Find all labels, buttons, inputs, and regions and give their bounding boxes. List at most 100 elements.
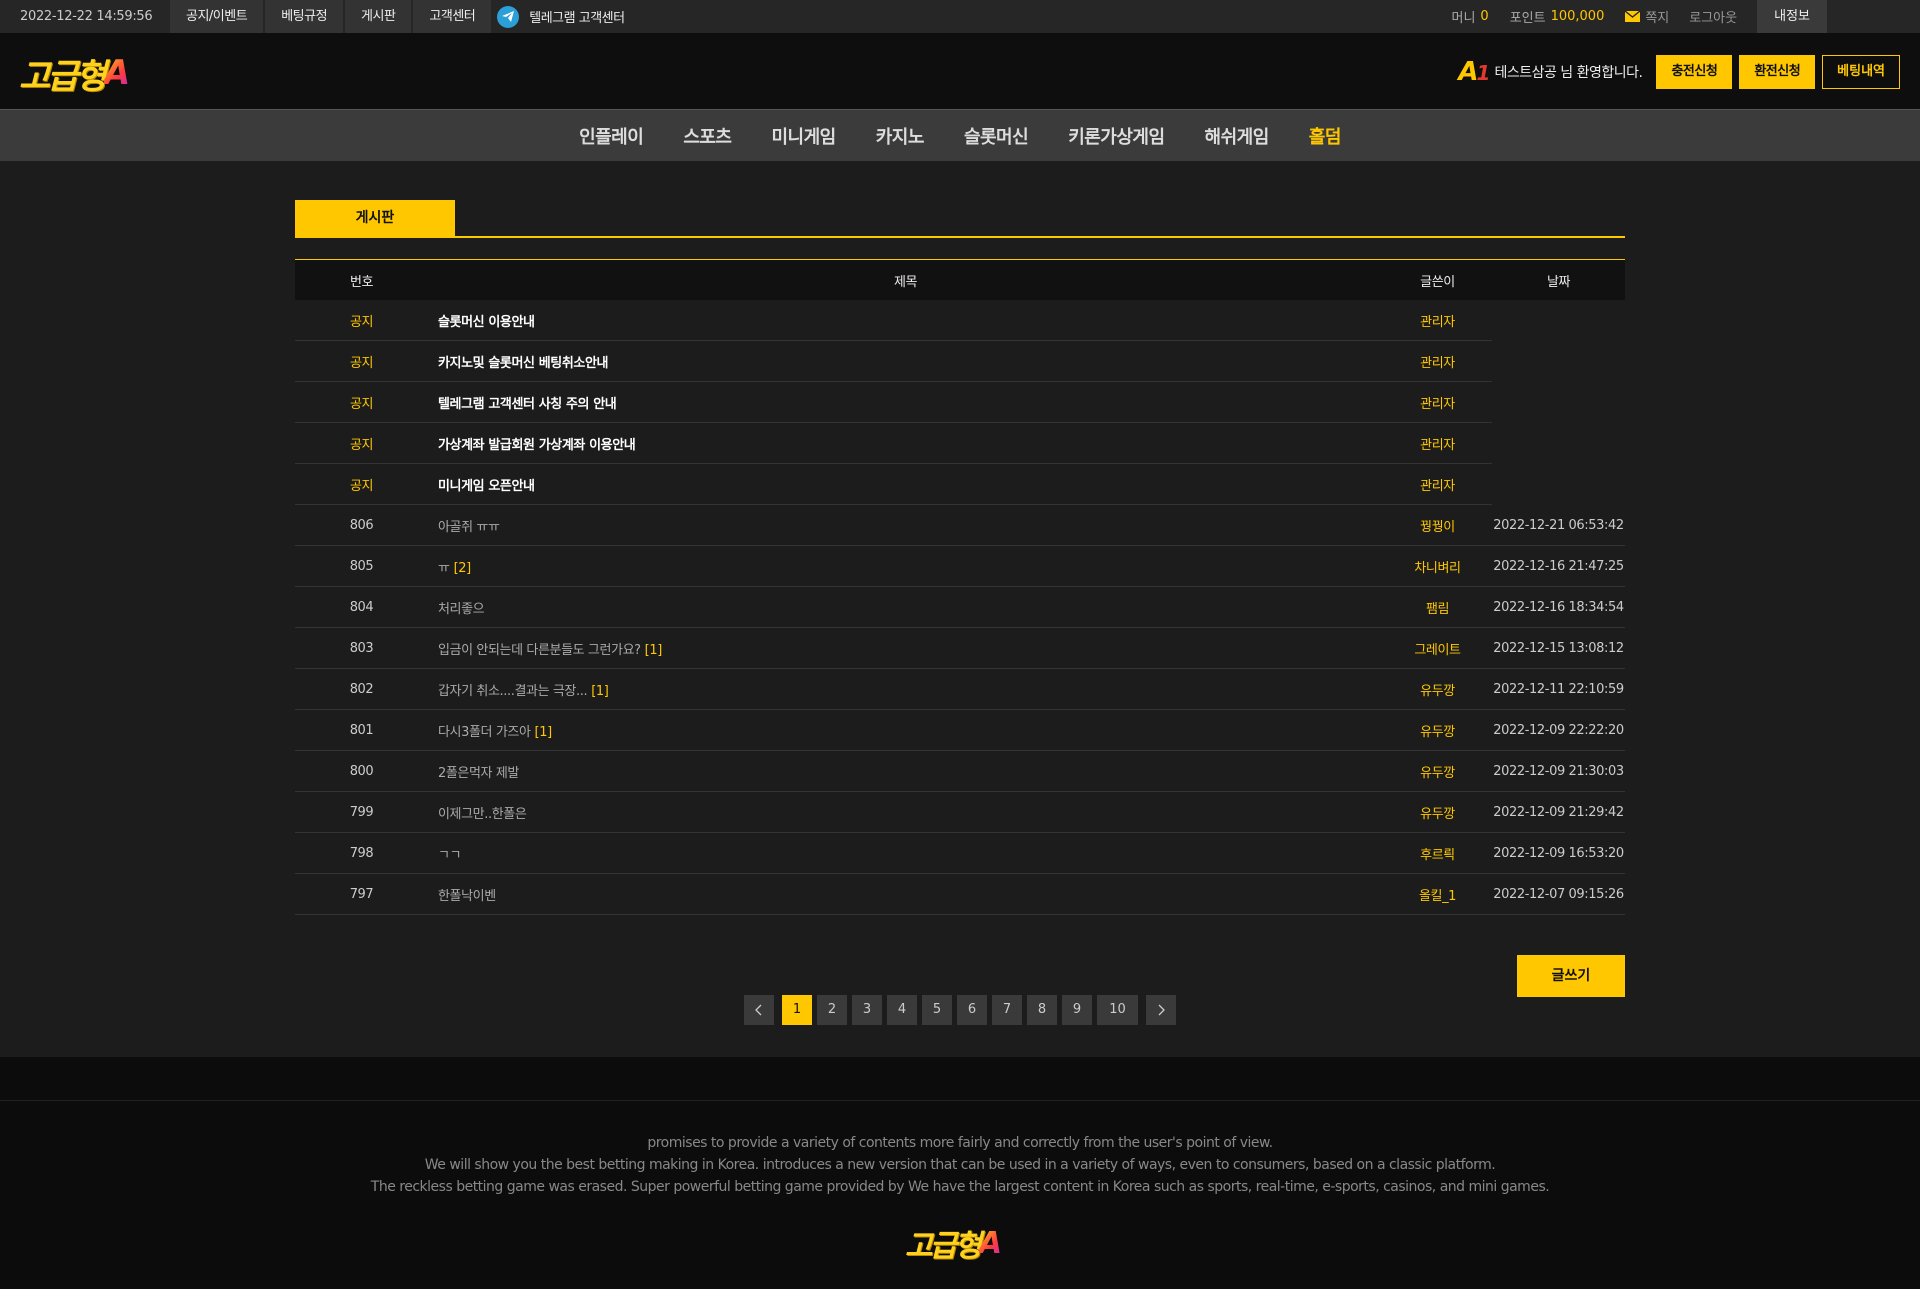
notice-title[interactable]: 가상계좌 발급회원 가상계좌 이용안내 <box>428 434 1383 453</box>
page-button[interactable]: 10 <box>1097 995 1138 1025</box>
page-button[interactable]: 4 <box>887 995 917 1025</box>
nav-minigame[interactable]: 미니게임 <box>752 123 856 149</box>
page-button[interactable]: 8 <box>1027 995 1057 1025</box>
post-title-cell[interactable]: 갑자기 취소....결과는 극장... [1] <box>428 680 1383 699</box>
board-tab[interactable]: 게시판 <box>295 200 455 236</box>
footer-logo: 고급형 A <box>905 1221 1002 1265</box>
notice-writer: 관리자 <box>1420 396 1455 412</box>
page-button[interactable]: 5 <box>922 995 952 1025</box>
post-number: 797 <box>349 886 374 902</box>
footer-line-2: We will show you the best betting making… <box>424 1157 1496 1173</box>
page-button[interactable]: 1 <box>782 995 812 1025</box>
comment-count: [2] <box>453 560 472 576</box>
comment-count: [1] <box>534 724 553 740</box>
charge-button[interactable]: 충전신청 <box>1656 55 1733 89</box>
myinfo-button[interactable]: 내정보 <box>1757 0 1827 33</box>
post-writer: 팸림 <box>1425 601 1450 617</box>
level-badge-letter: A <box>1458 57 1478 87</box>
post-title-cell[interactable]: 처리좋으 <box>428 598 1383 617</box>
post-writer: 꿩꿩이 <box>1420 519 1455 535</box>
post-title-cell[interactable]: ㄱㄱ <box>428 844 1383 863</box>
post-title-cell[interactable]: 2폴은먹자 제발 <box>428 762 1383 781</box>
post-title-cell[interactable]: 입금이 안되는데 다른분들도 그런가요? [1] <box>428 639 1383 658</box>
exchange-button[interactable]: 환전신청 <box>1739 55 1816 89</box>
bet-history-button[interactable]: 베팅내역 <box>1822 55 1900 89</box>
table-row[interactable]: 798 ㄱㄱ 후르릑 2022-12-09 16:53:20 <box>295 833 1625 874</box>
nav-sports[interactable]: 스포츠 <box>663 123 751 149</box>
page-button[interactable]: 3 <box>852 995 882 1025</box>
post-title[interactable]: 한폴낙이벤 <box>438 889 496 904</box>
post-title-cell[interactable]: 한폴낙이벤 <box>428 885 1383 904</box>
logo-a: A <box>103 53 131 93</box>
page-button[interactable]: 9 <box>1062 995 1092 1025</box>
table-row[interactable]: 803 입금이 안되는데 다른분들도 그런가요? [1] 그레이트 2022-12-15… <box>295 628 1625 669</box>
post-title[interactable]: ㅠ <box>438 561 450 576</box>
chevron-right-icon <box>1158 1004 1165 1016</box>
notice-row[interactable]: 공지 카지노및 슬롯머신 베팅취소안내 관리자 <box>295 341 1492 382</box>
link-board[interactable]: 게시판 <box>345 0 412 33</box>
mail-link[interactable]: 쪽지 <box>1625 7 1669 26</box>
main-nav: 인플레이 스포츠 미니게임 카지노 슬롯머신 키론가상게임 해쉬게임 홀덤 <box>0 109 1920 161</box>
table-row[interactable]: 805 ㅠ [2] 차니벼리 2022-12-16 21:47:25 <box>295 546 1625 587</box>
nav-slot[interactable]: 슬롯머신 <box>944 123 1048 149</box>
table-row[interactable]: 800 2폴은먹자 제발 유두깡 2022-12-09 21:30:03 <box>295 751 1625 792</box>
post-title-cell[interactable]: 아골쥐 ㅠㅠ <box>428 516 1383 535</box>
post-title[interactable]: ㄱㄱ <box>438 848 462 863</box>
footer-text: promises to provide a variety of content… <box>0 1132 1920 1198</box>
notice-row[interactable]: 공지 미니게임 오픈안내 관리자 <box>295 464 1492 505</box>
table-row[interactable]: 802 갑자기 취소....결과는 극장... [1] 유두깡 2022-12-11 2… <box>295 669 1625 710</box>
page-button[interactable]: 7 <box>992 995 1022 1025</box>
post-title[interactable]: 다시3폴더 가즈아 <box>438 725 531 740</box>
post-date: 2022-12-16 18:34:54 <box>1493 599 1624 615</box>
mail-label: 쪽지 <box>1645 11 1670 26</box>
prev-page-button[interactable] <box>744 995 774 1025</box>
logout-link[interactable]: 로그아웃 <box>1689 7 1737 26</box>
link-customer-center[interactable]: 고객센터 <box>413 0 492 33</box>
table-row[interactable]: 797 한폴낙이벤 올킬_1 2022-12-07 09:15:26 <box>295 874 1625 915</box>
notice-badge: 공지 <box>349 437 374 453</box>
board-table: 번호 제목 글쓴이 날짜 공지 슬롯머신 이용안내 관리자 공지 카지노및 슬롯머신 베… <box>295 259 1625 915</box>
page-button[interactable]: 6 <box>957 995 987 1025</box>
write-button[interactable]: 글쓰기 <box>1517 955 1625 997</box>
table-row[interactable]: 801 다시3폴더 가즈아 [1] 유두깡 2022-12-09 22:22:20 <box>295 710 1625 751</box>
footer-logo-text: 고급형 <box>905 1229 982 1264</box>
telegram-link[interactable]: 텔레그램 고객센터 <box>497 5 625 28</box>
site-logo[interactable]: 고급형 A <box>19 53 131 97</box>
telegram-icon <box>497 5 520 28</box>
post-title[interactable]: 갑자기 취소....결과는 극장... <box>438 684 588 699</box>
notice-title[interactable]: 카지노및 슬롯머신 베팅취소안내 <box>428 352 1383 371</box>
post-title-cell[interactable]: ㅠ [2] <box>428 557 1383 576</box>
notice-title[interactable]: 텔레그램 고객센터 사칭 주의 안내 <box>428 393 1383 412</box>
nav-kiron[interactable]: 키론가상게임 <box>1048 123 1184 149</box>
notice-row[interactable]: 공지 슬롯머신 이용안내 관리자 <box>295 300 1492 341</box>
post-title-cell[interactable]: 다시3폴더 가즈아 [1] <box>428 721 1383 740</box>
nav-hash[interactable]: 해쉬게임 <box>1185 123 1289 149</box>
table-row[interactable]: 804 처리좋으 팸림 2022-12-16 18:34:54 <box>295 587 1625 628</box>
post-title-cell[interactable]: 이제그만..한폴은 <box>428 803 1383 822</box>
nav-holdem[interactable]: 홀덤 <box>1289 123 1361 149</box>
post-title[interactable]: 이제그만..한폴은 <box>438 807 527 822</box>
notice-badge: 공지 <box>349 355 374 371</box>
link-notice-event[interactable]: 공지/이벤트 <box>170 0 264 33</box>
post-date: 2022-12-09 21:29:42 <box>1493 804 1624 820</box>
post-title[interactable]: 2폴은먹자 제발 <box>438 766 519 781</box>
nav-casino[interactable]: 카지노 <box>856 123 944 149</box>
post-title[interactable]: 아골쥐 ㅠㅠ <box>438 520 500 535</box>
table-row[interactable]: 806 아골쥐 ㅠㅠ 꿩꿩이 2022-12-21 06:53:42 <box>295 505 1625 546</box>
notice-title[interactable]: 슬롯머신 이용안내 <box>428 311 1383 330</box>
notice-row[interactable]: 공지 가상계좌 발급회원 가상계좌 이용안내 관리자 <box>295 423 1492 464</box>
col-title: 제목 <box>893 274 918 290</box>
server-clock: 2022-12-22 14:59:56 <box>20 9 153 24</box>
comment-count: [1] <box>644 642 663 658</box>
notice-row[interactable]: 공지 텔레그램 고객센터 사칭 주의 안내 관리자 <box>295 382 1492 423</box>
post-title[interactable]: 입금이 안되는데 다른분들도 그런가요? <box>438 643 641 658</box>
nav-inplay[interactable]: 인플레이 <box>559 123 663 149</box>
table-header: 번호 제목 글쓴이 날짜 <box>295 260 1625 300</box>
post-title[interactable]: 처리좋으 <box>438 602 485 617</box>
link-betting-rules[interactable]: 베팅규정 <box>265 0 344 33</box>
money-label: 머니 <box>1451 11 1476 26</box>
notice-title[interactable]: 미니게임 오픈안내 <box>428 475 1383 494</box>
page-button[interactable]: 2 <box>817 995 847 1025</box>
table-row[interactable]: 799 이제그만..한폴은 유두깡 2022-12-09 21:29:42 <box>295 792 1625 833</box>
next-page-button[interactable] <box>1146 995 1176 1025</box>
